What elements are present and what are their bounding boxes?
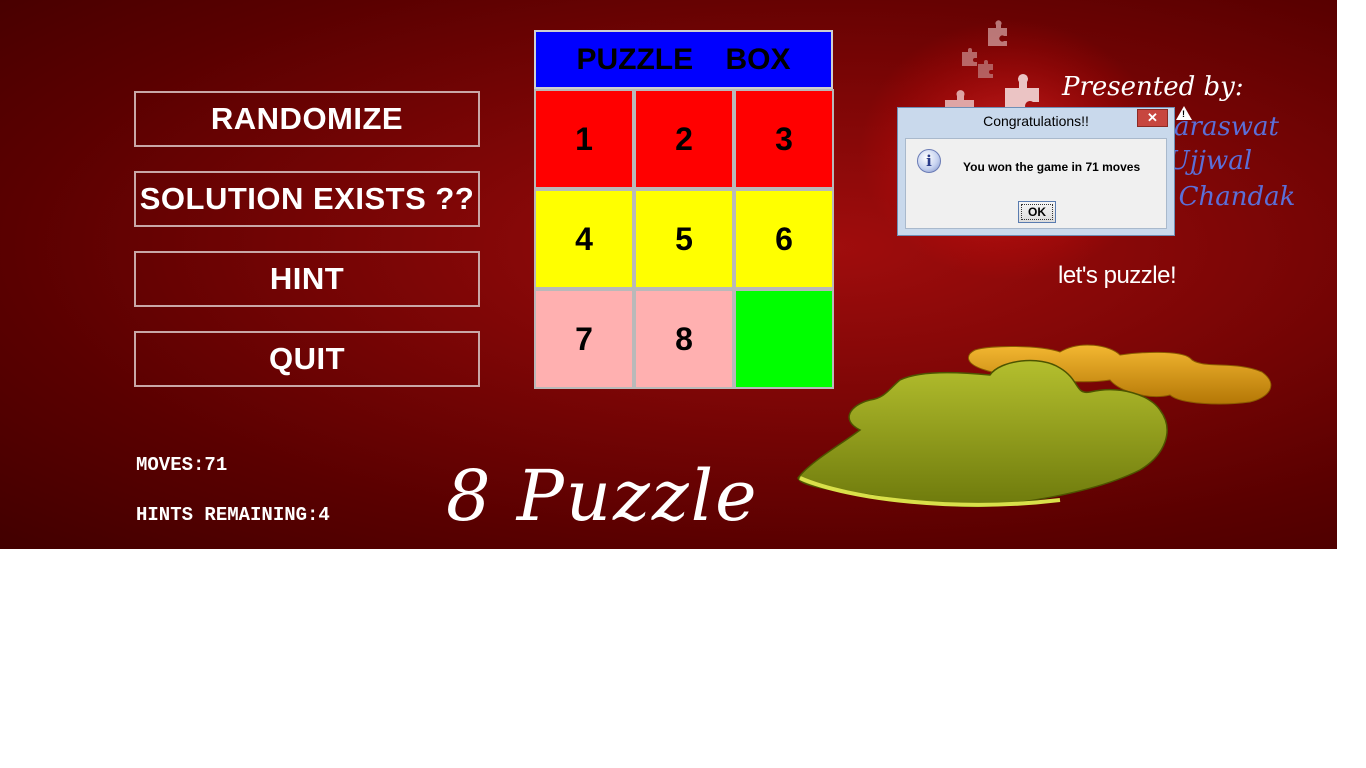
close-icon[interactable]: ✕ [1137, 109, 1168, 127]
hints-remaining-counter: HINTS REMAINING:4 [136, 504, 330, 526]
puzzle-tile[interactable]: 1 [534, 89, 634, 189]
dialog-body: i You won the game in 71 moves OK [905, 138, 1167, 229]
hint-button[interactable]: HINT [134, 251, 480, 307]
game-window: RANDOMIZE SOLUTION EXISTS ?? HINT QUIT M… [0, 0, 1337, 549]
author-name: l Chandak [1162, 182, 1296, 212]
puzzle-grid: 12345678 [534, 89, 834, 389]
info-icon: i [917, 149, 941, 173]
puzzle-tile[interactable]: 3 [734, 89, 834, 189]
puzzle-tile[interactable]: 8 [634, 289, 734, 389]
tagline: let's puzzle! [1058, 262, 1177, 289]
puzzle-tile[interactable]: 2 [634, 89, 734, 189]
puzzle-box-header: PUZZLE BOX [534, 30, 833, 89]
moves-counter: MOVES:71 [136, 454, 228, 476]
puzzle-tile[interactable]: 5 [634, 189, 734, 289]
dialog-message: You won the game in 71 moves [963, 160, 1141, 174]
ok-button[interactable]: OK [1018, 201, 1056, 223]
quit-button[interactable]: QUIT [134, 331, 480, 387]
dialog-title: Congratulations!! [983, 113, 1089, 129]
congratulations-dialog: Congratulations!! ✕ i You won the game i… [897, 107, 1175, 236]
puzzle-tile[interactable]: 6 [734, 189, 834, 289]
puzzle-tile[interactable]: 7 [534, 289, 634, 389]
presented-by-label: Presented by: [1062, 72, 1244, 102]
randomize-button[interactable]: RANDOMIZE [134, 91, 480, 147]
game-title: 8 Puzzle [446, 455, 759, 537]
puzzle-tile[interactable]: 4 [534, 189, 634, 289]
empty-tile[interactable] [734, 289, 834, 389]
solution-exists-button[interactable]: SOLUTION EXISTS ?? [134, 171, 480, 227]
